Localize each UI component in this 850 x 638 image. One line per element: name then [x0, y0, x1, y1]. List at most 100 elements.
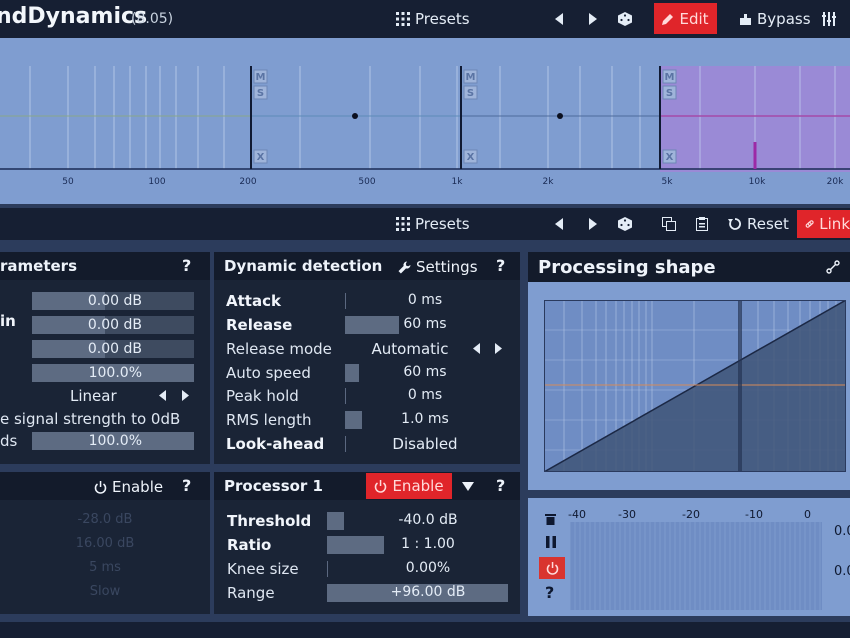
band-2-remove-band-button[interactable]: X — [253, 149, 268, 164]
paste-icon — [696, 217, 708, 231]
look-ahead-value[interactable]: Disabled — [380, 435, 470, 453]
transfer-curve-graph[interactable] — [544, 300, 846, 472]
processor-disabled-help-button[interactable]: ? — [182, 476, 191, 495]
reset-button[interactable]: Reset — [728, 208, 789, 240]
shape-options-icon[interactable] — [826, 260, 840, 274]
band-2-mid-button[interactable]: M — [253, 69, 268, 84]
link-label: Link — [819, 215, 850, 233]
detection-settings-button[interactable]: Settings — [398, 258, 478, 276]
band-presets-button[interactable]: Presets — [396, 208, 470, 240]
processor-1-enable-button[interactable]: Enable — [366, 473, 452, 499]
ratio-slider[interactable] — [327, 536, 384, 554]
auto-speed-label: Auto speed — [226, 364, 311, 382]
meter-help-button[interactable]: ? — [545, 583, 554, 602]
frequency-label: 500 — [358, 177, 375, 187]
release-mode-next-icon[interactable] — [494, 343, 502, 354]
signal-strength-text: e signal strength to 0dB — [0, 410, 181, 428]
band-spectrum[interactable]: MSXMSXMSX 50 100 200 500 1k 2k 5k 10k 20k — [0, 38, 850, 204]
band-4-side-button[interactable]: S — [662, 85, 677, 100]
frequency-label: 100 — [148, 177, 165, 187]
processor-disabled-enable-button[interactable]: Enable — [94, 478, 163, 496]
processor-1-panel: Processor 1 Enable ? Threshold -40.0 dB … — [214, 472, 520, 614]
rms-length-slider[interactable] — [345, 411, 362, 429]
band-2-handle[interactable] — [352, 113, 358, 119]
previous-preset-button[interactable] — [554, 0, 564, 38]
presets-label: Presets — [415, 10, 470, 28]
ratio-value[interactable]: 1 : 1.00 — [380, 536, 476, 552]
link-button[interactable]: Link — [797, 210, 850, 238]
grid-icon — [396, 217, 410, 231]
copy-icon — [662, 217, 676, 231]
svg-text:S: S — [666, 88, 673, 99]
level-meter-panel: ? -40 -30 -20 -10 0 0.0 0.0 — [528, 498, 850, 616]
global-parameters-header: rameters — [0, 252, 210, 280]
global-param-value-5: 100.0% — [88, 433, 142, 449]
reset-icon — [728, 218, 741, 230]
copy-button[interactable] — [662, 208, 676, 240]
look-ahead-label: Look-ahead — [226, 435, 325, 453]
global-param-value-2: 0.00 dB — [87, 317, 142, 333]
global-param-slider-3[interactable]: 0.00 dB — [32, 340, 194, 358]
global-param-slider-2[interactable]: 0.00 dB — [32, 316, 194, 334]
mode-next-icon[interactable] — [181, 390, 189, 401]
processor-1-enable-label: Enable — [392, 477, 444, 495]
edit-button[interactable]: Edit — [654, 3, 717, 34]
band-previous-preset-button[interactable] — [554, 208, 564, 240]
range-value[interactable]: +96.00 dB — [370, 584, 486, 600]
grid-icon — [396, 12, 410, 26]
band-randomize-button[interactable] — [618, 208, 632, 240]
release-value[interactable]: 60 ms — [390, 316, 460, 332]
wrench-icon — [398, 260, 411, 273]
attack-value[interactable]: 0 ms — [390, 292, 460, 308]
svg-text:M: M — [665, 72, 675, 83]
paste-button[interactable] — [695, 208, 709, 240]
global-param-slider-1[interactable]: 0.00 dB — [32, 292, 194, 310]
mode-prev-icon[interactable] — [159, 390, 167, 401]
peak-hold-value[interactable]: 0 ms — [390, 387, 460, 403]
meter-value-2: 0.0 — [834, 564, 850, 579]
global-parameters-help-button[interactable]: ? — [182, 256, 191, 275]
next-preset-button[interactable] — [588, 0, 598, 38]
presets-button[interactable]: Presets — [396, 0, 470, 38]
trash-icon[interactable] — [544, 512, 557, 525]
band-next-preset-button[interactable] — [588, 208, 598, 240]
band-4-mid-button[interactable]: M — [662, 69, 677, 84]
power-icon — [94, 480, 107, 494]
processor-1-menu-icon[interactable] — [462, 482, 474, 491]
global-param-slider-5[interactable]: 100.0% — [32, 432, 194, 450]
processor-1-help-button[interactable]: ? — [496, 476, 505, 495]
band-2-side-button[interactable]: S — [253, 85, 268, 100]
band-3-handle[interactable] — [557, 113, 563, 119]
release-mode-label: Release mode — [226, 340, 332, 358]
rms-length-value[interactable]: 1.0 ms — [390, 411, 460, 427]
disabled-value-2: 16.00 dB — [75, 536, 135, 551]
band-3-remove-band-button[interactable]: X — [463, 149, 478, 164]
svg-text:X: X — [666, 152, 674, 163]
dynamic-detection-help-button[interactable]: ? — [496, 256, 505, 275]
attack-label: Attack — [226, 292, 281, 310]
knee-size-value[interactable]: 0.00% — [380, 560, 476, 576]
auto-speed-slider[interactable] — [345, 364, 359, 382]
meter-tick-label: -40 — [568, 508, 586, 521]
release-mode-value[interactable]: Automatic — [360, 340, 460, 358]
threshold-slider[interactable] — [327, 512, 344, 530]
ratio-label: Ratio — [227, 536, 272, 554]
pause-icon[interactable] — [546, 536, 556, 548]
band-4-remove-band-button[interactable]: X — [662, 149, 677, 164]
mode-selector-value[interactable]: Linear — [70, 387, 117, 405]
bypass-button[interactable]: Bypass — [739, 0, 811, 38]
band-3-side-button[interactable]: S — [463, 85, 478, 100]
edit-label: Edit — [679, 9, 709, 28]
band-editor[interactable]: MSXMSXMSX 50 100 200 500 1k 2k 5k 10k 20k — [0, 38, 850, 204]
randomize-button[interactable] — [618, 0, 632, 38]
release-mode-prev-icon[interactable] — [473, 343, 481, 354]
global-param-slider-4[interactable]: 100.0% — [32, 364, 194, 382]
global-param-label-2: in — [0, 312, 16, 330]
triangle-left-icon — [555, 13, 563, 25]
band-3-mid-button[interactable]: M — [463, 69, 478, 84]
detection-settings-label: Settings — [416, 258, 478, 276]
settings-menu-button[interactable] — [822, 0, 836, 38]
meter-power-button[interactable] — [539, 557, 565, 579]
auto-speed-value[interactable]: 60 ms — [390, 364, 460, 380]
threshold-value[interactable]: -40.0 dB — [380, 512, 476, 528]
